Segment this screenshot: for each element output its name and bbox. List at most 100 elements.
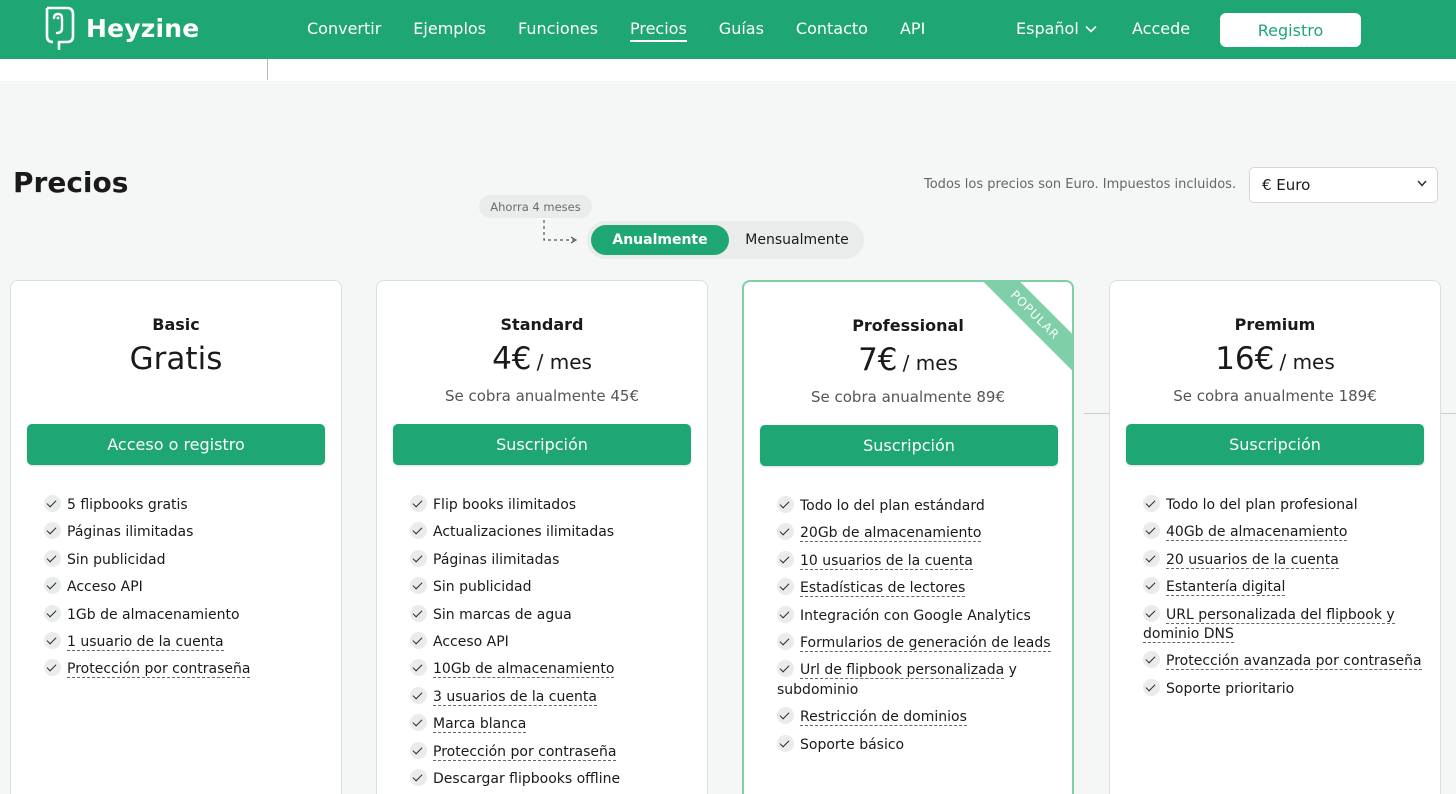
feature-item: Páginas ilimitadas — [44, 522, 334, 543]
login-link[interactable]: Accede — [1132, 19, 1190, 38]
plan-price: 16€ / mes — [1110, 341, 1440, 377]
feature-item: Formularios de generación de leads — [777, 632, 1067, 654]
language-label: Español — [1016, 19, 1079, 38]
language-selector[interactable]: Español — [1016, 19, 1097, 38]
brand-name: Heyzine — [86, 13, 200, 43]
login-or-register-button[interactable]: Acceso o registro — [27, 424, 325, 465]
check-icon — [1143, 651, 1160, 669]
feature-tooltip-term[interactable]: Protección por contraseña — [433, 743, 617, 761]
price-unit: / mes — [902, 351, 958, 375]
nav-item-convertir[interactable]: Convertir — [307, 19, 381, 42]
feature-item: Sin marcas de agua — [410, 604, 700, 626]
feature-list: Flip books ilimitados Actualizaciones il… — [410, 495, 700, 794]
feature-item: Acceso API — [44, 577, 334, 598]
plan-card-premium: Premium 16€ / mes Se cobra anualmente 18… — [1109, 280, 1441, 794]
nav-item-api[interactable]: API — [900, 19, 925, 42]
billed-annually-note: Se cobra anualmente 89€ — [810, 388, 1005, 406]
nav-item-contacto[interactable]: Contacto — [796, 19, 868, 42]
check-icon — [1143, 678, 1160, 696]
feature-item: Estantería digital — [1143, 577, 1433, 598]
feature-tooltip-term[interactable]: 20Gb de almacenamiento — [800, 525, 982, 543]
feature-tooltip-term[interactable]: Protección avanzada por contraseña — [1166, 653, 1422, 671]
subscribe-button[interactable]: Suscripción — [393, 424, 691, 465]
chevron-down-icon — [1417, 180, 1427, 187]
decorative-line — [1440, 413, 1456, 414]
feature-item: Url de flipbook personalizada y subdomin… — [777, 660, 1017, 698]
feature-tooltip-term[interactable]: 1 usuario de la cuenta — [67, 633, 224, 651]
check-icon — [1143, 522, 1160, 540]
check-icon — [1143, 604, 1160, 622]
check-icon — [410, 495, 427, 512]
billed-annually-note: Se cobra anualmente 45€ — [444, 387, 639, 405]
plan-price: 7€ / mes — [744, 342, 1072, 378]
plan-card-professional: POPULAR Professional 7€ / mes Se cobra a… — [742, 280, 1074, 794]
check-icon — [410, 522, 427, 540]
decorative-line — [1084, 413, 1110, 414]
check-icon — [410, 714, 427, 732]
nav-item-guias[interactable]: Guías — [719, 19, 764, 42]
feature-item: 20Gb de almacenamiento — [777, 523, 1067, 544]
feature-tooltip-term[interactable]: Restricción de dominios — [800, 709, 967, 727]
brand-logo[interactable]: Heyzine — [42, 6, 199, 52]
feature-tooltip-term[interactable]: URL personalizada del flipbook y dominio… — [1143, 606, 1395, 644]
price-unit: / mes — [1279, 350, 1335, 374]
check-icon — [44, 631, 61, 649]
check-icon — [777, 550, 794, 568]
check-icon — [1143, 577, 1160, 595]
feature-item: Protección por contraseña — [410, 741, 700, 763]
check-icon — [410, 549, 427, 567]
feature-tooltip-term[interactable]: Url de flipbook personalizada — [800, 662, 1005, 680]
feature-item: Estadísticas de lectores — [777, 578, 1067, 599]
billing-monthly-option[interactable]: Mensualmente — [737, 225, 857, 255]
price-unit: / mes — [536, 350, 592, 374]
register-button[interactable]: Registro — [1220, 13, 1361, 47]
price-amount: Gratis — [129, 341, 223, 377]
feature-tooltip-term[interactable]: Estadísticas de lectores — [800, 580, 966, 598]
nav-item-funciones[interactable]: Funciones — [518, 19, 598, 42]
billing-annual-option[interactable]: Anualmente — [591, 225, 729, 255]
feature-tooltip-term[interactable]: 20 usuarios de la cuenta — [1166, 551, 1339, 569]
check-icon — [777, 605, 794, 623]
feature-item: Actualizaciones ilimitadas — [410, 522, 700, 543]
subscribe-button[interactable]: Suscripción — [1126, 424, 1424, 465]
check-icon — [410, 631, 427, 649]
feature-tooltip-term[interactable]: Formularios de generación de leads — [800, 634, 1051, 652]
plan-card-basic: Basic Gratis Acceso o registro 5 flipboo… — [10, 280, 342, 794]
feature-list: 5 flipbooks gratis Páginas ilimitadas Si… — [44, 495, 334, 687]
page-title: Precios — [13, 166, 129, 199]
feature-tooltip-term[interactable]: Protección por contraseña — [67, 661, 251, 679]
subscribe-button[interactable]: Suscripción — [760, 425, 1058, 466]
feature-item: 10Gb de almacenamiento — [410, 659, 700, 680]
check-icon — [410, 686, 427, 704]
feature-item: Todo lo del plan estándard — [777, 496, 1067, 517]
feature-tooltip-term[interactable]: 40Gb de almacenamiento — [1166, 524, 1348, 542]
price-amount: 16€ — [1215, 341, 1275, 377]
sub-header-strip — [0, 59, 1456, 81]
bookmark-bird-icon — [45, 6, 75, 50]
check-icon — [410, 604, 427, 622]
billing-toggle: Anualmente Mensualmente — [587, 221, 864, 259]
feature-list: Todo lo del plan estándard 20Gb de almac… — [777, 496, 1067, 762]
nav-item-ejemplos[interactable]: Ejemplos — [413, 19, 486, 42]
feature-item: Sin publicidad — [410, 577, 700, 598]
currency-select[interactable]: € Euro — [1249, 167, 1438, 203]
feature-list: Todo lo del plan profesional 40Gb de alm… — [1143, 495, 1433, 706]
feature-item: 1Gb de almacenamiento — [44, 604, 334, 626]
nav-item-precios[interactable]: Precios — [629, 19, 687, 42]
feature-tooltip-term[interactable]: 10 usuarios de la cuenta — [800, 552, 973, 570]
feature-tooltip-term[interactable]: Estantería digital — [1166, 579, 1286, 597]
feature-tooltip-term[interactable]: 10Gb de almacenamiento — [433, 661, 615, 679]
plan-price: 4€ / mes — [377, 341, 707, 377]
check-icon — [410, 659, 427, 677]
price-amount: 7€ — [858, 342, 898, 378]
check-icon — [777, 496, 794, 513]
main-nav: Convertir Ejemplos Funciones Precios Guí… — [307, 19, 957, 42]
plan-name: Premium — [1234, 315, 1316, 334]
feature-tooltip-term[interactable]: 3 usuarios de la cuenta — [433, 688, 597, 706]
plan-price: Gratis — [11, 341, 341, 377]
plan-card-standard: Standard 4€ / mes Se cobra anualmente 45… — [376, 280, 708, 794]
feature-item: 1 usuario de la cuenta — [44, 631, 334, 653]
feature-tooltip-term[interactable]: Marca blanca — [433, 716, 527, 734]
check-icon — [1143, 549, 1160, 567]
check-icon — [777, 660, 794, 678]
